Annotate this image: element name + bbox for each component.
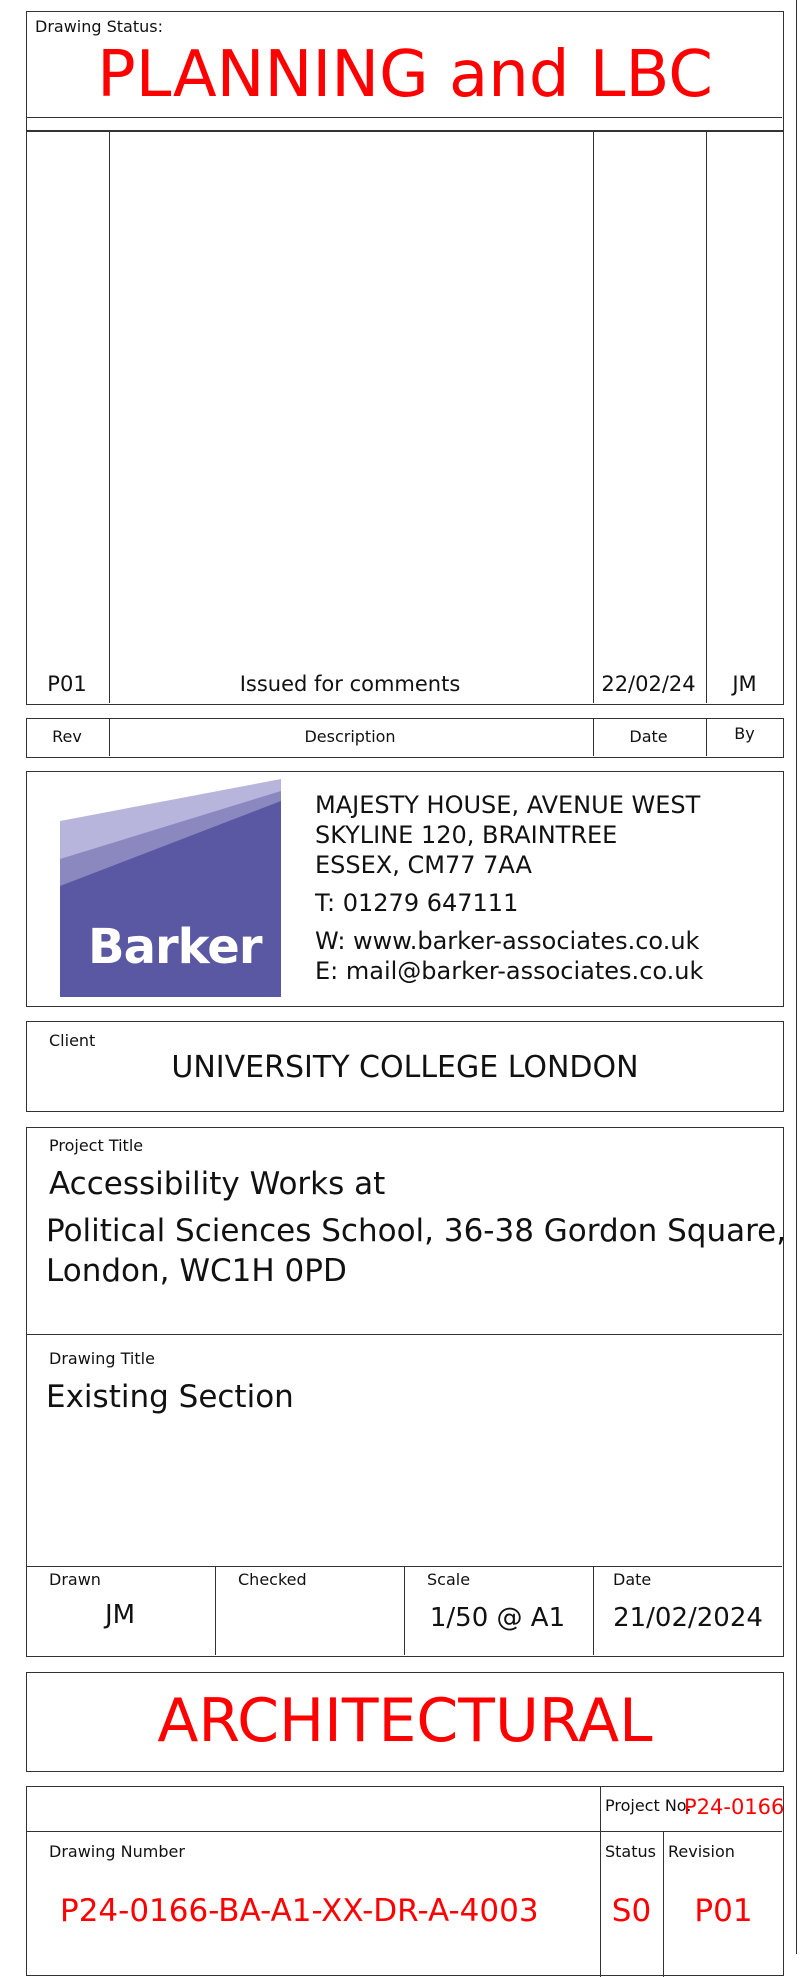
drawing-number-label: Drawing Number: [49, 1842, 185, 1861]
rev-col-divider: [109, 131, 110, 703]
project-no-label: Project No.: [605, 1796, 692, 1815]
date-label: Date: [613, 1570, 652, 1589]
barker-logo: Barker: [60, 779, 281, 997]
revision-value: P01: [694, 1893, 753, 1929]
date-col-divider: [706, 131, 707, 703]
revision-row-by: JM: [732, 672, 757, 696]
sheet-edge-line: [796, 0, 797, 1954]
scale-value: 1/50 @ A1: [429, 1603, 566, 1633]
header-description: Description: [304, 727, 396, 746]
status-value: S0: [611, 1893, 652, 1929]
company-address-line-2: SKYLINE 120, BRAINTREE: [315, 821, 618, 849]
revision-label: Revision: [668, 1842, 735, 1861]
project-title-label: Project Title: [49, 1136, 144, 1155]
company-web: W: www.barker-associates.co.uk: [315, 927, 700, 955]
company-phone: T: 01279 647111: [315, 889, 519, 917]
project-no-value: P24-0166: [684, 1795, 785, 1819]
revision-row-description: Issued for comments: [239, 672, 461, 696]
status-divider: [27, 117, 782, 118]
client-value: UNIVERSITY COLLEGE LONDON: [171, 1050, 639, 1085]
status-col-divider: [600, 1787, 601, 1977]
drawing-title-label: Drawing Title: [49, 1349, 155, 1368]
revision-table: [26, 130, 784, 705]
project-title-line-2: Political Sciences School, 36-38 Gordon …: [46, 1213, 787, 1249]
drawing-status-value: PLANNING and LBC: [97, 38, 713, 112]
company-address-line-1: MAJESTY HOUSE, AVENUE WEST: [315, 791, 701, 819]
company-address-line-3: ESSEX, CM77 7AA: [315, 851, 532, 879]
date-value: 21/02/2024: [613, 1603, 763, 1633]
revision-row-rev: P01: [47, 672, 87, 696]
drawn-label: Drawn: [49, 1570, 101, 1589]
header-date: Date: [629, 727, 668, 746]
discipline-value: ARCHITECTURAL: [157, 1686, 653, 1756]
company-email: E: mail@barker-associates.co.uk: [315, 957, 704, 985]
barker-logo-text: Barker: [88, 919, 263, 975]
description-col-divider: [593, 131, 594, 703]
drawing-status-label: Drawing Status:: [35, 17, 163, 36]
header-by: By: [734, 724, 755, 743]
drawing-title-value: Existing Section: [46, 1379, 294, 1415]
project-title-line-1: Accessibility Works at: [49, 1166, 386, 1202]
status-label: Status: [605, 1842, 656, 1861]
drawing-number-value: P24-0166-BA-A1-XX-DR-A-4003: [60, 1893, 539, 1929]
drawn-value: JM: [104, 1600, 136, 1630]
client-label: Client: [49, 1031, 96, 1050]
scale-label: Scale: [427, 1570, 471, 1589]
revision-row-date: 22/02/24: [601, 672, 696, 696]
checked-label: Checked: [238, 1570, 307, 1589]
meta-col-1-divider: [215, 1566, 216, 1655]
project-divider: [27, 1334, 782, 1335]
header-rev: Rev: [52, 727, 82, 746]
project-no-divider: [27, 1831, 782, 1832]
project-title-line-3: London, WC1H 0PD: [46, 1253, 347, 1289]
